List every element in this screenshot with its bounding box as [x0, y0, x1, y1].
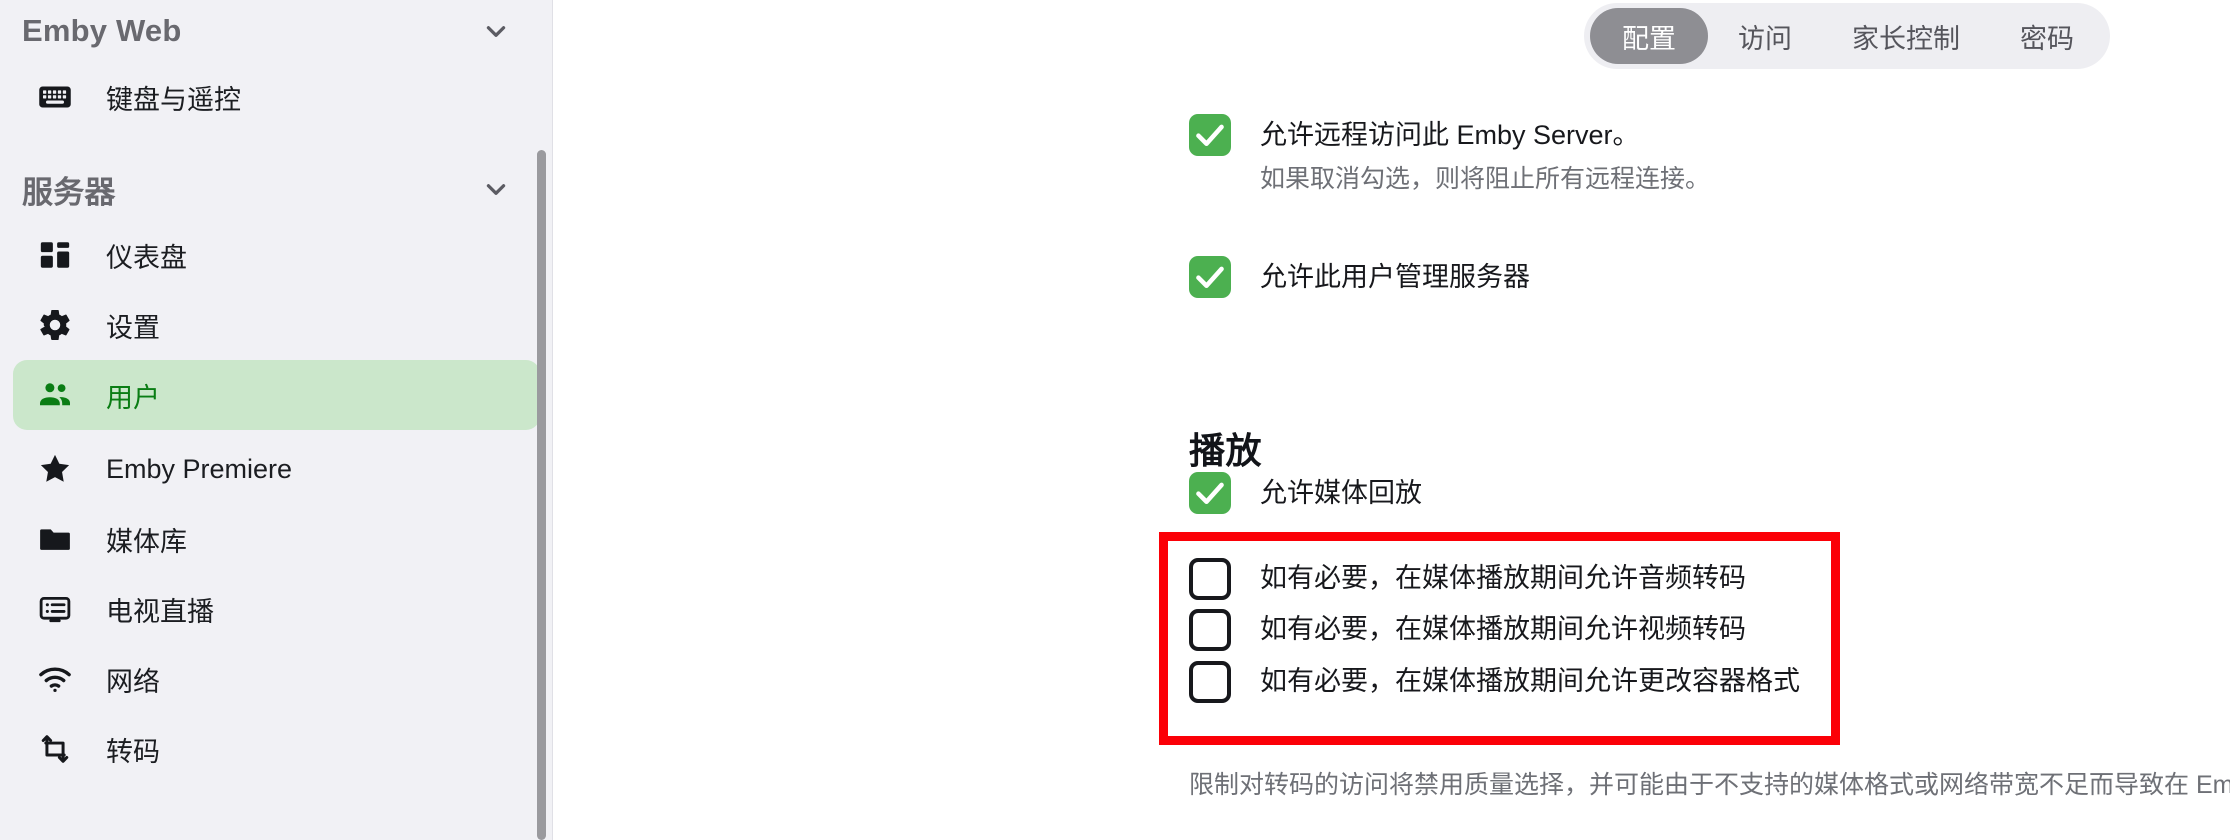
- allow-playback-label: 允许媒体回放: [1260, 478, 1422, 508]
- allow-playback-row[interactable]: 允许媒体回放: [1189, 470, 1422, 516]
- remote-access-label: 允许远程访问此 Emby Server。: [1260, 120, 1640, 150]
- container-format-label: 如有必要，在媒体播放期间允许更改容器格式: [1260, 666, 1800, 696]
- sidebar-item-transcoding[interactable]: 转码: [13, 714, 540, 784]
- keyboard-icon: [36, 78, 74, 116]
- container-format-row[interactable]: 如有必要，在媒体播放期间允许更改容器格式: [1189, 658, 1800, 704]
- sidebar: Emby Web 键盘与遥控 服务器 仪表盘 设置 用户 Emby Premie…: [0, 0, 553, 840]
- gear-icon: [36, 306, 74, 344]
- audio-transcoding-checkbox[interactable]: [1189, 558, 1231, 600]
- tab-parental-control[interactable]: 家长控制: [1822, 8, 1990, 64]
- sidebar-content: Emby Web 键盘与遥控 服务器 仪表盘 设置 用户 Emby Premie…: [0, 0, 552, 784]
- remote-access-row[interactable]: 允许远程访问此 Emby Server。: [1189, 112, 1640, 158]
- sidebar-item-settings[interactable]: 设置: [13, 290, 540, 360]
- sidebar-item-label: 键盘与遥控: [106, 84, 241, 115]
- remote-access-checkbox[interactable]: [1189, 114, 1231, 156]
- vertical-scrollbar[interactable]: [537, 150, 546, 840]
- sidebar-item-label: 转码: [106, 736, 160, 767]
- main-panel: 配置 访问 家长控制 密码 允许远程访问此 Emby Server。 如果取消勾…: [553, 0, 2230, 840]
- sidebar-section-header-server[interactable]: 服务器: [0, 158, 552, 220]
- chevron-down-icon[interactable]: [483, 176, 509, 202]
- tab-configuration[interactable]: 配置: [1590, 8, 1708, 64]
- star-icon: [36, 450, 74, 488]
- remote-access-description: 如果取消勾选，则将阻止所有远程连接。: [1260, 165, 1711, 193]
- sidebar-item-label: 用户: [106, 382, 160, 413]
- manage-server-label: 允许此用户管理服务器: [1260, 262, 1530, 292]
- sidebar-section-title: 服务器: [22, 174, 116, 210]
- highlight-box: 如有必要，在媒体播放期间允许音频转码 如有必要，在媒体播放期间允许视频转码 如有…: [1159, 532, 1840, 745]
- emby-user-settings-screen: Emby Web 键盘与遥控 服务器 仪表盘 设置 用户 Emby Premie…: [0, 0, 2230, 840]
- wifi-icon: [36, 660, 74, 698]
- manage-server-checkbox[interactable]: [1189, 256, 1231, 298]
- chevron-down-icon[interactable]: [483, 18, 509, 44]
- container-format-checkbox[interactable]: [1189, 661, 1231, 703]
- sidebar-item-label: Emby Premiere: [106, 453, 293, 484]
- sidebar-item-emby-premiere[interactable]: Emby Premiere: [13, 434, 540, 504]
- video-transcoding-checkbox[interactable]: [1189, 609, 1231, 651]
- transcode-icon: [36, 730, 74, 768]
- sidebar-item-dashboard[interactable]: 仪表盘: [13, 220, 540, 290]
- sidebar-item-users[interactable]: 用户: [13, 360, 540, 430]
- users-icon: [36, 376, 74, 414]
- video-transcoding-row[interactable]: 如有必要，在媒体播放期间允许视频转码: [1189, 606, 1746, 652]
- sidebar-item-keyboard[interactable]: 键盘与遥控: [13, 62, 540, 132]
- manage-server-row[interactable]: 允许此用户管理服务器: [1189, 254, 1530, 300]
- sidebar-item-label: 仪表盘: [106, 242, 187, 273]
- sidebar-section-title: Emby Web: [22, 13, 182, 48]
- sidebar-item-library[interactable]: 媒体库: [13, 504, 540, 574]
- sidebar-item-network[interactable]: 网络: [13, 644, 540, 714]
- sidebar-item-label: 设置: [106, 312, 160, 343]
- sidebar-section-header-emby-web[interactable]: Emby Web: [0, 0, 552, 62]
- audio-transcoding-label: 如有必要，在媒体播放期间允许音频转码: [1260, 563, 1746, 593]
- playback-section-title: 播放: [1189, 429, 1263, 471]
- sidebar-item-live-tv[interactable]: 电视直播: [13, 574, 540, 644]
- tab-bar: 配置 访问 家长控制 密码: [1584, 3, 2110, 69]
- tab-access[interactable]: 访问: [1708, 8, 1822, 64]
- video-transcoding-label: 如有必要，在媒体播放期间允许视频转码: [1260, 614, 1746, 644]
- dashboard-icon: [36, 236, 74, 274]
- folder-icon: [36, 520, 74, 558]
- allow-playback-checkbox[interactable]: [1189, 472, 1231, 514]
- sidebar-item-label: 网络: [106, 666, 160, 697]
- transcoding-footnote: 限制对转码的访问将禁用质量选择，并可能由于不支持的媒体格式或网络带宽不足而导致在…: [1189, 771, 2230, 799]
- livetv-icon: [36, 590, 74, 628]
- audio-transcoding-row[interactable]: 如有必要，在媒体播放期间允许音频转码: [1189, 555, 1746, 601]
- tab-password[interactable]: 密码: [1990, 8, 2104, 64]
- sidebar-item-label: 媒体库: [106, 526, 187, 557]
- sidebar-item-label: 电视直播: [106, 596, 214, 627]
